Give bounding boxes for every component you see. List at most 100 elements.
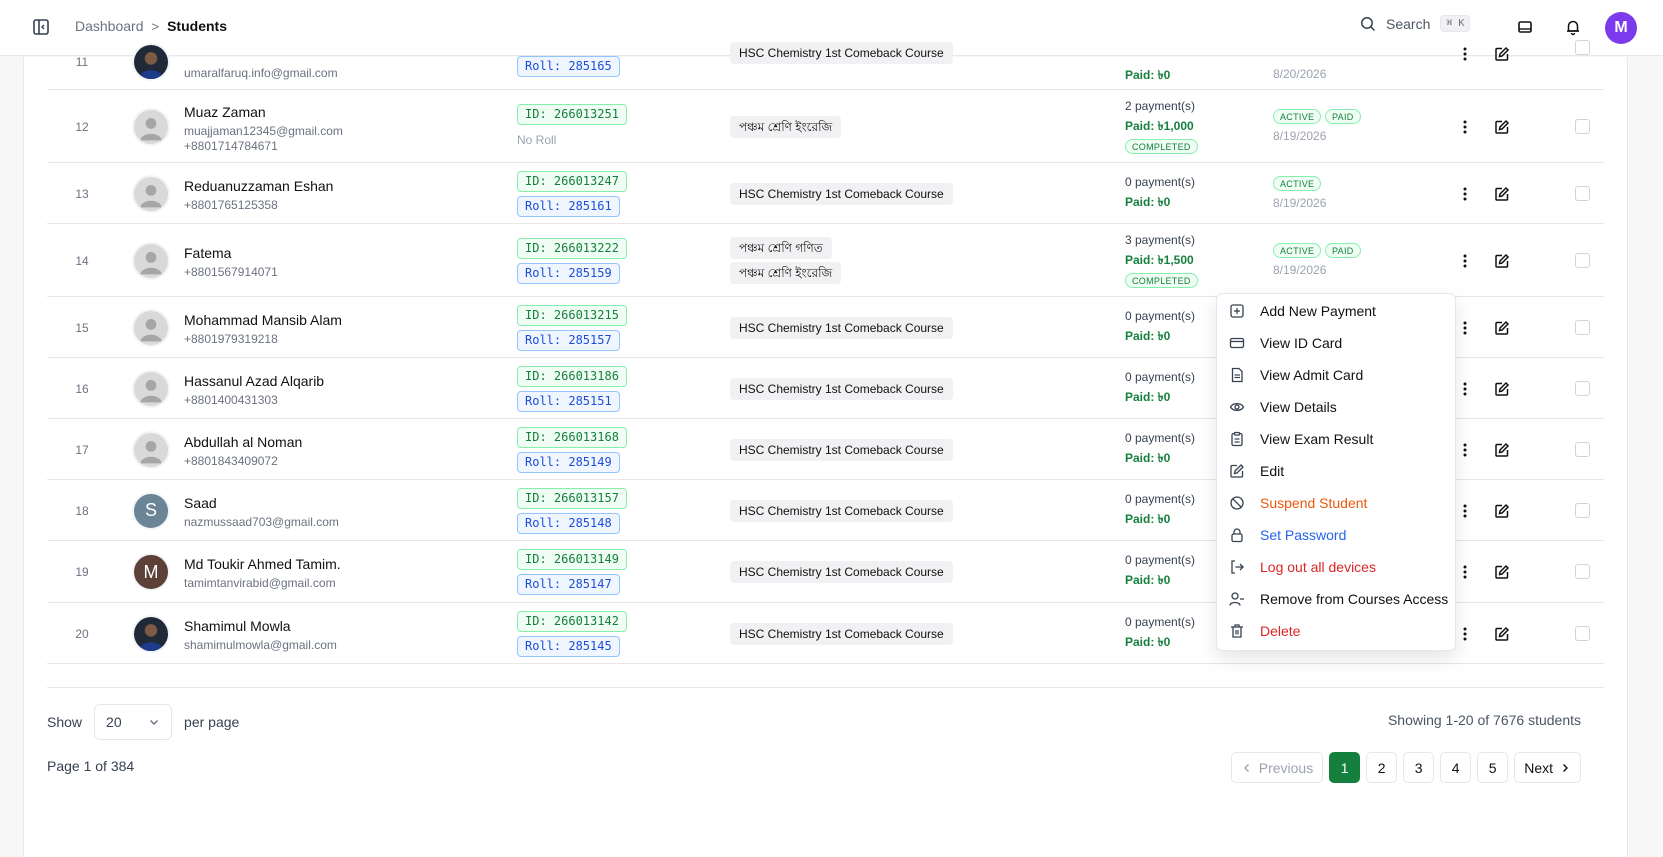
paid-amount: Paid: ৳1,000	[1125, 118, 1194, 133]
more-actions-icon[interactable]	[1457, 253, 1473, 269]
showing-count: Showing 1-20 of 7676 students	[1387, 712, 1581, 728]
row-checkbox[interactable]	[1575, 39, 1590, 55]
row-checkbox[interactable]	[1575, 118, 1590, 134]
student-name[interactable]: Shamimul Mowla	[184, 618, 291, 634]
student-contact: +8801765125358	[184, 197, 278, 212]
plus-square-icon	[1229, 303, 1245, 319]
more-actions-icon[interactable]	[1457, 381, 1473, 397]
edit-icon[interactable]	[1494, 503, 1510, 519]
row-checkbox[interactable]	[1575, 502, 1590, 518]
previous-page-button[interactable]: Previous	[1230, 752, 1324, 783]
avatar: M	[132, 553, 170, 591]
student-name[interactable]: Saad	[184, 495, 217, 511]
menu-item-label: Log out all devices	[1260, 559, 1376, 575]
edit-icon[interactable]	[1494, 186, 1510, 202]
search-button[interactable]: Search ⌘ K	[1360, 15, 1471, 32]
menu-item-delete[interactable]: Delete	[1217, 616, 1455, 646]
student-id-badge: ID: 266013168	[517, 426, 627, 448]
enrolled-date: 8/19/2026	[1273, 262, 1327, 277]
per-page-value: 20	[106, 714, 122, 730]
student-contact: +8801400431303	[184, 392, 278, 407]
menu-item-set-password[interactable]: Set Password	[1217, 520, 1455, 550]
more-actions-icon[interactable]	[1457, 186, 1473, 202]
per-page-select[interactable]: 20	[94, 704, 173, 740]
more-actions-icon[interactable]	[1457, 626, 1473, 642]
student-name[interactable]: Hassanul Azad Alqarib	[184, 373, 324, 389]
no-roll-label: No Roll	[517, 132, 557, 147]
menu-item-remove-from-courses-access[interactable]: Remove from Courses Access	[1217, 584, 1455, 614]
row-checkbox[interactable]	[1575, 625, 1590, 641]
course-tag: HSC Chemistry 1st Comeback Course	[730, 316, 953, 339]
row-checkbox[interactable]	[1575, 252, 1590, 268]
menu-item-label: Add New Payment	[1260, 303, 1376, 319]
user-avatar[interactable]: M	[1605, 12, 1637, 44]
student-id-badge: ID: 266013149	[517, 549, 627, 570]
student-id-badge: ID: 266013186	[517, 365, 627, 387]
row-checkbox[interactable]	[1575, 319, 1590, 335]
student-id-badge: ID: 266013142	[517, 610, 627, 632]
row-number: 11	[75, 54, 89, 69]
menu-item-log-out-all-devices[interactable]: Log out all devices	[1217, 552, 1455, 582]
more-actions-icon[interactable]	[1457, 46, 1473, 62]
course-tag: HSC Chemistry 1st Comeback Course	[730, 438, 953, 461]
lock-icon	[1229, 527, 1245, 543]
student-name[interactable]: Md Toukir Ahmed Tamim.	[184, 556, 341, 572]
student-email: muajjaman12345@gmail.com	[184, 123, 343, 138]
file-text-icon	[1229, 367, 1245, 383]
edit-icon[interactable]	[1494, 626, 1510, 642]
student-contact: +8801567914071	[184, 264, 278, 279]
breadcrumb-dashboard[interactable]: Dashboard	[75, 18, 144, 34]
course-tag: পঞ্চম শ্রেণি ইংরেজি	[730, 115, 842, 138]
edit-icon[interactable]	[1494, 253, 1510, 269]
student-name[interactable]: Reduanuzzaman Eshan	[184, 178, 333, 194]
student-name[interactable]: Abdullah al Noman	[184, 434, 302, 450]
more-actions-icon[interactable]	[1457, 320, 1473, 336]
page-button-3[interactable]: 3	[1403, 752, 1435, 783]
roll-badge: Roll: 285159	[517, 262, 620, 284]
edit-icon[interactable]	[1494, 320, 1510, 336]
row-number: 12	[75, 119, 89, 134]
edit-icon[interactable]	[1494, 119, 1510, 135]
edit-icon[interactable]	[1494, 564, 1510, 580]
student-name[interactable]: Fatema	[184, 245, 231, 261]
row-checkbox[interactable]	[1575, 380, 1590, 396]
row-checkbox[interactable]	[1575, 185, 1590, 201]
menu-item-add-new-payment[interactable]: Add New Payment	[1217, 296, 1455, 326]
edit-icon[interactable]	[1494, 381, 1510, 397]
more-actions-icon[interactable]	[1457, 119, 1473, 135]
avatar-letter: M	[143, 561, 159, 582]
student-id-badge: ID: 266013215	[517, 304, 627, 326]
edit-icon[interactable]	[1494, 442, 1510, 458]
page-button-4[interactable]: 4	[1440, 752, 1472, 783]
row-checkbox[interactable]	[1575, 441, 1590, 457]
menu-item-view-id-card[interactable]: View ID Card	[1217, 328, 1455, 358]
student-contact: tamimtanvirabid@gmail.com	[184, 576, 336, 590]
page-button-1[interactable]: 1	[1329, 752, 1361, 783]
student-contact: +8801843409072	[184, 453, 278, 468]
page-button-2[interactable]: 2	[1366, 752, 1398, 783]
page-button-5[interactable]: 5	[1477, 752, 1509, 783]
more-actions-icon[interactable]	[1457, 442, 1473, 458]
course-tag: HSC Chemistry 1st Comeback Course	[730, 377, 953, 400]
menu-item-view-admit-card[interactable]: View Admit Card	[1217, 360, 1455, 390]
search-label: Search	[1386, 15, 1431, 32]
payment-count: 0 payment(s)	[1125, 308, 1196, 323]
student-name[interactable]: Mohammad Mansib Alam	[184, 312, 342, 328]
menu-item-label: Suspend Student	[1260, 495, 1368, 511]
row-checkbox[interactable]	[1575, 564, 1590, 579]
roll-badge: Roll: 285149	[517, 451, 620, 473]
course-tag: পঞ্চম শ্রেণি গণিত	[730, 236, 832, 259]
edit-icon[interactable]	[1494, 46, 1510, 62]
menu-item-view-details[interactable]: View Details	[1217, 392, 1455, 422]
log-out-icon	[1229, 559, 1245, 575]
menu-item-edit[interactable]: Edit	[1217, 456, 1455, 486]
menu-item-view-exam-result[interactable]: View Exam Result	[1217, 424, 1455, 454]
more-actions-icon[interactable]	[1457, 564, 1473, 580]
more-actions-icon[interactable]	[1457, 503, 1473, 519]
student-id-badge: ID: 266013222	[517, 237, 627, 259]
next-page-button[interactable]: Next	[1514, 752, 1581, 783]
menu-item-suspend-student[interactable]: Suspend Student	[1217, 488, 1455, 518]
student-phone: +8801714784671	[184, 138, 278, 153]
student-name[interactable]: Muaz Zaman	[184, 104, 266, 120]
table-row: 12 Muaz Zaman muajjaman12345@gmail.com +880…	[47, 90, 1604, 163]
